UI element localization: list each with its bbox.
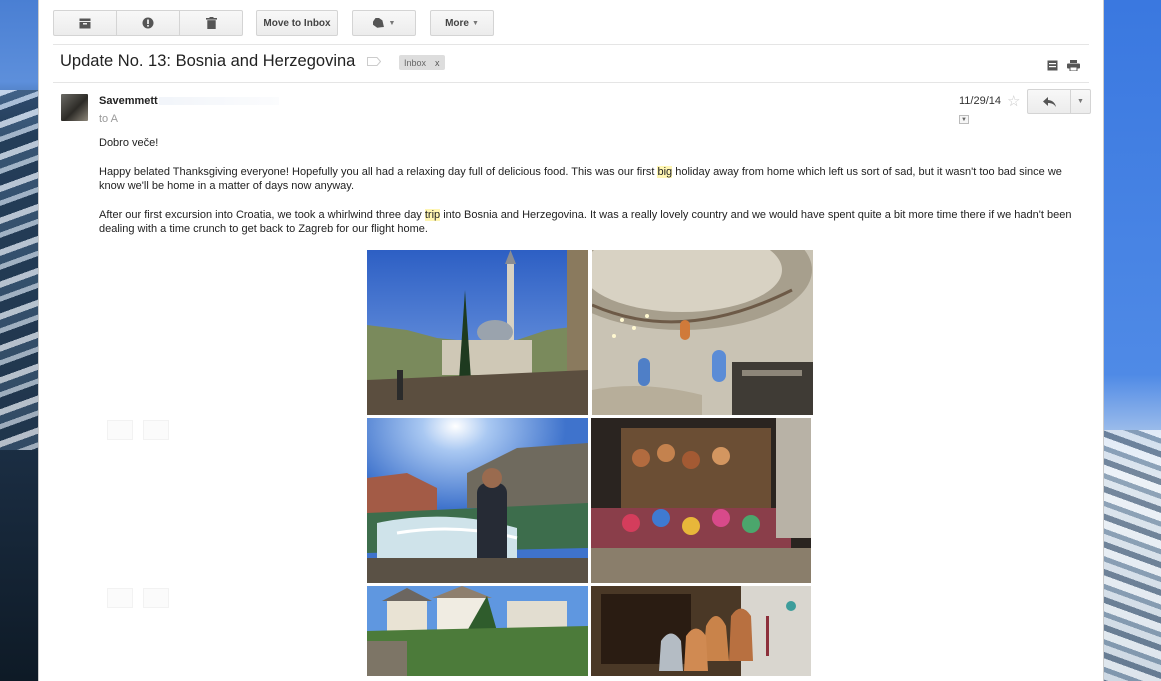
- email-window: Move to Inbox ▼ More ▼ Update No. 13: Bo…: [38, 0, 1104, 681]
- recipient-line[interactable]: to A: [99, 113, 118, 125]
- photo-mosque-interior[interactable]: [592, 250, 813, 415]
- label-chip-text: Inbox: [404, 57, 427, 68]
- message-body: Dobro veče! Happy belated Thanksgiving e…: [99, 136, 1089, 251]
- more-actions-button[interactable]: ▼: [1071, 89, 1091, 114]
- expand-all-icon[interactable]: [1047, 60, 1058, 71]
- move-to-inbox-button[interactable]: Move to Inbox: [256, 10, 338, 36]
- photo-copper-coffee-pots[interactable]: [591, 586, 811, 676]
- message-date[interactable]: 11/29/14: [959, 95, 1001, 107]
- desktop-background-right: [1104, 0, 1161, 681]
- image-overlay-ghost: [107, 420, 133, 440]
- body-paragraph-2: After our first excursion into Croatia, …: [99, 208, 1089, 236]
- paragraph-text: After our first excursion into Croatia, …: [99, 209, 425, 221]
- subject-actions: [1047, 60, 1080, 71]
- image-overlay-ghost: [143, 420, 169, 440]
- more-button[interactable]: More ▼: [430, 10, 494, 36]
- report-spam-icon: [142, 17, 154, 29]
- reply-arrow-icon: [1042, 96, 1056, 107]
- show-details-toggle[interactable]: ▼: [959, 115, 969, 124]
- photo-old-town[interactable]: [367, 586, 588, 676]
- message-toolbar: Move to Inbox ▼ More ▼: [53, 10, 494, 36]
- sender-name[interactable]: Savemmett: [99, 95, 158, 107]
- inbox-label-chip: Inbox x: [399, 55, 445, 70]
- photo-souvenir-market[interactable]: [591, 418, 811, 583]
- sender-avatar[interactable]: [61, 94, 88, 121]
- photo-mosque-minaret[interactable]: [367, 250, 588, 415]
- toolbar-divider: [53, 44, 1089, 45]
- body-paragraph-1: Happy belated Thanksgiving everyone! Hop…: [99, 165, 1089, 193]
- chevron-down-icon: ▼: [471, 19, 479, 27]
- remove-label-button[interactable]: x: [435, 58, 440, 68]
- greeting-paragraph: Dobro veče!: [99, 137, 159, 149]
- photo-river-bridge[interactable]: [367, 418, 588, 583]
- archive-button[interactable]: [53, 10, 117, 36]
- report-spam-button[interactable]: [116, 10, 180, 36]
- search-highlight: big: [657, 166, 673, 178]
- reply-controls: ▼: [1027, 89, 1091, 114]
- trash-icon: [205, 17, 217, 29]
- subject-divider: [53, 82, 1089, 83]
- archive-icon: [79, 18, 91, 28]
- image-overlay-ghost: [143, 588, 169, 608]
- star-icon[interactable]: ☆: [1007, 92, 1020, 110]
- sender-email-redacted: [159, 97, 279, 105]
- search-highlight: trip: [424, 209, 441, 221]
- delete-button[interactable]: [179, 10, 243, 36]
- action-button-group: [53, 10, 243, 36]
- move-to-inbox-label: Move to Inbox: [263, 17, 331, 29]
- importance-marker-icon[interactable]: [367, 57, 381, 66]
- print-icon[interactable]: [1067, 60, 1080, 71]
- desktop-background-left: [0, 0, 38, 681]
- message-subject: Update No. 13: Bosnia and Herzegovina: [60, 52, 356, 70]
- labels-button[interactable]: ▼: [352, 10, 416, 36]
- chevron-down-icon: ▼: [388, 19, 396, 27]
- label-tag-icon: [372, 17, 384, 28]
- chevron-down-icon: ▼: [1077, 98, 1084, 105]
- image-overlay-ghost: [107, 588, 133, 608]
- paragraph-text: Happy belated Thanksgiving everyone! Hop…: [99, 166, 658, 178]
- reply-button[interactable]: [1027, 89, 1071, 114]
- more-label: More: [445, 17, 469, 29]
